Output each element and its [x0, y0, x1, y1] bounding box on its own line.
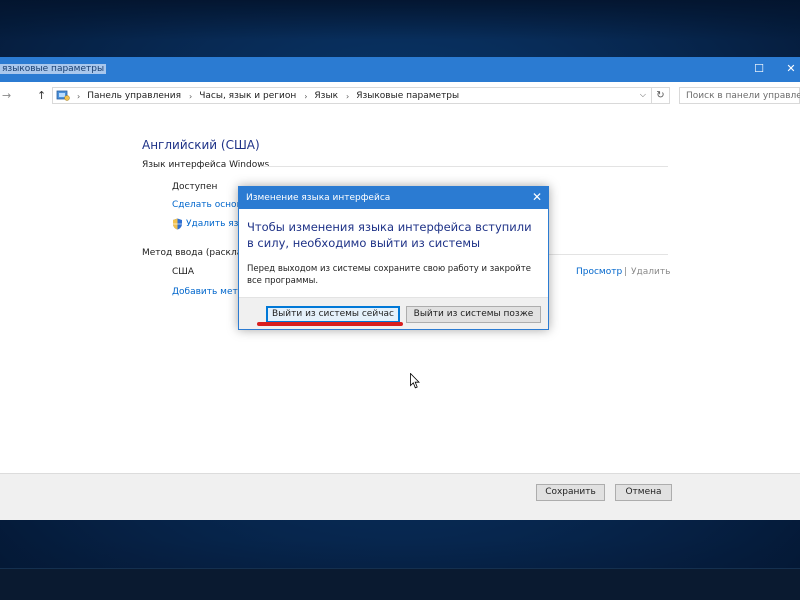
section-divider	[548, 254, 668, 255]
close-icon[interactable]: ✕	[532, 190, 542, 204]
link-divider: |	[624, 267, 628, 277]
search-input[interactable]: Поиск в панели управлени	[679, 87, 800, 104]
breadcrumb-item[interactable]: Язык	[314, 91, 338, 101]
dialog-heading: Чтобы изменения языка интерфейса вступил…	[247, 220, 532, 250]
sign-out-now-button[interactable]: Выйти из системы сейчас	[266, 306, 400, 323]
input-method-value: США	[172, 267, 195, 277]
breadcrumb: › Панель управления › Часы, язык и регио…	[73, 91, 459, 101]
language-title: Английский (США)	[142, 138, 260, 152]
make-primary-link[interactable]: Сделать основ	[172, 200, 242, 210]
breadcrumb-separator[interactable]: ›	[346, 92, 349, 101]
forward-arrow-icon[interactable]: →	[2, 89, 11, 102]
window-footer: Сохранить Отмена	[0, 473, 800, 520]
cancel-button[interactable]: Отмена	[615, 484, 672, 501]
refresh-icon[interactable]: ↻	[651, 88, 669, 103]
ui-language-label: Язык интерфейса Windows	[142, 160, 270, 170]
chevron-down-icon[interactable]: ⌵	[640, 90, 646, 100]
dialog-titlebar[interactable]: Изменение языка интерфейса ✕	[239, 187, 548, 209]
dialog-title: Изменение языка интерфейса	[246, 193, 391, 203]
window-title: языковые параметры	[0, 64, 107, 74]
input-method-label: Метод ввода (расклад	[142, 248, 249, 258]
change-ui-language-dialog: Изменение языка интерфейса ✕ Чтобы измен…	[238, 186, 549, 330]
taskbar	[0, 568, 800, 600]
control-panel-icon	[56, 90, 70, 101]
address-bar[interactable]: › Панель управления › Часы, язык и регио…	[52, 87, 670, 104]
breadcrumb-separator: ›	[77, 91, 81, 101]
breadcrumb-item[interactable]: Панель управления	[87, 91, 181, 101]
preview-link[interactable]: Просмотр	[576, 267, 622, 277]
navigation-bar: → ↑ › Панель управления › Часы, язык и р…	[0, 82, 800, 110]
remove-input-link[interactable]: Удалить	[631, 267, 670, 277]
up-arrow-icon[interactable]: ↑	[37, 89, 46, 102]
breadcrumb-item[interactable]: Языковые параметры	[356, 91, 459, 101]
remove-language-link[interactable]: Удалить язы	[186, 219, 246, 229]
maximize-icon[interactable]: ☐	[752, 62, 766, 76]
dialog-message: Перед выходом из системы сохраните свою …	[247, 264, 531, 286]
breadcrumb-separator[interactable]: ›	[304, 92, 307, 101]
save-button[interactable]: Сохранить	[536, 484, 605, 501]
annotation-underline	[257, 322, 403, 326]
breadcrumb-item[interactable]: Часы, язык и регион	[199, 91, 296, 101]
window-titlebar[interactable]: языковые параметры ☐ ✕	[0, 58, 800, 82]
section-divider	[262, 166, 668, 167]
breadcrumb-separator[interactable]: ›	[189, 92, 192, 101]
search-placeholder: Поиск в панели управлени	[686, 91, 800, 101]
shield-icon	[173, 218, 182, 230]
sign-out-later-button[interactable]: Выйти из системы позже	[406, 306, 541, 323]
available-status: Доступен	[172, 182, 218, 192]
mouse-cursor-icon	[410, 373, 420, 389]
close-icon[interactable]: ✕	[784, 62, 798, 76]
